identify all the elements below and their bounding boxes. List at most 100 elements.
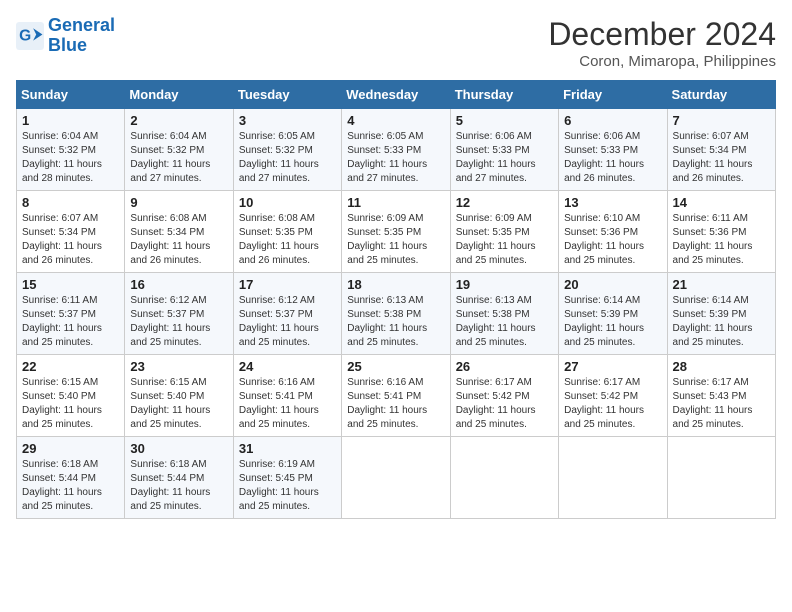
day-header-thursday: Thursday — [450, 81, 558, 109]
calendar-cell: 17 Sunrise: 6:12 AMSunset: 5:37 PMDayligh… — [233, 273, 341, 355]
day-number: 2 — [130, 113, 227, 128]
day-number: 21 — [673, 277, 770, 292]
day-detail: Sunrise: 6:11 AMSunset: 5:36 PMDaylight:… — [673, 212, 770, 268]
day-number: 24 — [239, 359, 336, 374]
day-number: 15 — [22, 277, 119, 292]
day-detail: Sunrise: 6:06 AMSunset: 5:33 PMDaylight:… — [456, 130, 553, 186]
day-header-saturday: Saturday — [667, 81, 775, 109]
calendar-cell: 4 Sunrise: 6:05 AMSunset: 5:33 PMDaylight… — [342, 109, 450, 191]
day-detail: Sunrise: 6:13 AMSunset: 5:38 PMDaylight:… — [347, 294, 444, 350]
day-detail: Sunrise: 6:14 AMSunset: 5:39 PMDaylight:… — [673, 294, 770, 350]
day-detail: Sunrise: 6:05 AMSunset: 5:33 PMDaylight:… — [347, 130, 444, 186]
calendar-cell: 2 Sunrise: 6:04 AMSunset: 5:32 PMDaylight… — [125, 109, 233, 191]
calendar-cell: 27Sunrise: 6:17 AMSunset: 5:42 PMDayligh… — [559, 355, 667, 437]
calendar-cell: 12 Sunrise: 6:09 AMSunset: 5:35 PMDayligh… — [450, 191, 558, 273]
calendar-cell — [450, 437, 558, 519]
day-detail: Sunrise: 6:18 AMSunset: 5:44 PMDaylight:… — [22, 458, 119, 514]
day-number: 28 — [673, 359, 770, 374]
calendar-cell: 13 Sunrise: 6:10 AMSunset: 5:36 PMDayligh… — [559, 191, 667, 273]
calendar-cell: 28 Sunrise: 6:17 AMSunset: 5:43 PMDayligh… — [667, 355, 775, 437]
calendar-cell: 5Sunrise: 6:06 AMSunset: 5:33 PMDaylight… — [450, 109, 558, 191]
day-number: 10 — [239, 195, 336, 210]
calendar-cell: 21 Sunrise: 6:14 AMSunset: 5:39 PMDayligh… — [667, 273, 775, 355]
week-row-1: 1Sunrise: 6:04 AMSunset: 5:32 PMDaylight… — [17, 109, 776, 191]
day-number: 6 — [564, 113, 661, 128]
day-detail: Sunrise: 6:17 AMSunset: 5:43 PMDaylight:… — [673, 376, 770, 432]
calendar-cell: 26 Sunrise: 6:17 AMSunset: 5:42 PMDayligh… — [450, 355, 558, 437]
day-number: 26 — [456, 359, 553, 374]
day-detail: Sunrise: 6:12 AMSunset: 5:37 PMDaylight:… — [130, 294, 227, 350]
day-number: 25 — [347, 359, 444, 374]
logo-icon: G — [16, 22, 44, 50]
header: G General Blue December 2024 Coron, Mima… — [16, 16, 776, 70]
day-detail: Sunrise: 6:06 AMSunset: 5:33 PMDaylight:… — [564, 130, 661, 186]
day-number: 9 — [130, 195, 227, 210]
day-detail: Sunrise: 6:18 AMSunset: 5:44 PMDaylight:… — [130, 458, 227, 514]
calendar-cell — [667, 437, 775, 519]
day-detail: Sunrise: 6:04 AMSunset: 5:32 PMDaylight:… — [22, 130, 119, 186]
day-number: 3 — [239, 113, 336, 128]
calendar-cell: 1Sunrise: 6:04 AMSunset: 5:32 PMDaylight… — [17, 109, 125, 191]
subtitle: Coron, Mimaropa, Philippines — [548, 53, 776, 70]
day-header-friday: Friday — [559, 81, 667, 109]
day-number: 11 — [347, 195, 444, 210]
day-detail: Sunrise: 6:15 AMSunset: 5:40 PMDaylight:… — [22, 376, 119, 432]
day-detail: Sunrise: 6:10 AMSunset: 5:36 PMDaylight:… — [564, 212, 661, 268]
day-number: 12 — [456, 195, 553, 210]
calendar-cell: 22 Sunrise: 6:15 AMSunset: 5:40 PMDayligh… — [17, 355, 125, 437]
day-detail: Sunrise: 6:04 AMSunset: 5:32 PMDaylight:… — [130, 130, 227, 186]
day-number: 29 — [22, 441, 119, 456]
calendar-cell: 18 Sunrise: 6:13 AMSunset: 5:38 PMDayligh… — [342, 273, 450, 355]
main-title: December 2024 — [548, 16, 776, 53]
day-detail: Sunrise: 6:05 AMSunset: 5:32 PMDaylight:… — [239, 130, 336, 186]
day-number: 22 — [22, 359, 119, 374]
day-number: 13 — [564, 195, 661, 210]
calendar-cell: 11 Sunrise: 6:09 AMSunset: 5:35 PMDayligh… — [342, 191, 450, 273]
logo: G General Blue — [16, 16, 115, 56]
day-header-sunday: Sunday — [17, 81, 125, 109]
calendar-cell: 15Sunrise: 6:11 AMSunset: 5:37 PMDayligh… — [17, 273, 125, 355]
calendar-cell: 24 Sunrise: 6:16 AMSunset: 5:41 PMDayligh… — [233, 355, 341, 437]
day-number: 16 — [130, 277, 227, 292]
day-detail: Sunrise: 6:16 AMSunset: 5:41 PMDaylight:… — [347, 376, 444, 432]
day-header-monday: Monday — [125, 81, 233, 109]
day-number: 23 — [130, 359, 227, 374]
calendar-cell: 19Sunrise: 6:13 AMSunset: 5:38 PMDayligh… — [450, 273, 558, 355]
calendar-cell: 7 Sunrise: 6:07 AMSunset: 5:34 PMDaylight… — [667, 109, 775, 191]
calendar-cell: 14 Sunrise: 6:11 AMSunset: 5:36 PMDayligh… — [667, 191, 775, 273]
title-area: December 2024 Coron, Mimaropa, Philippin… — [548, 16, 776, 70]
calendar-cell: 6 Sunrise: 6:06 AMSunset: 5:33 PMDaylight… — [559, 109, 667, 191]
logo-text: General Blue — [48, 16, 115, 56]
day-detail: Sunrise: 6:19 AMSunset: 5:45 PMDaylight:… — [239, 458, 336, 514]
day-detail: Sunrise: 6:17 AMSunset: 5:42 PMDaylight:… — [564, 376, 661, 432]
calendar-cell: 30 Sunrise: 6:18 AMSunset: 5:44 PMDayligh… — [125, 437, 233, 519]
day-number: 30 — [130, 441, 227, 456]
day-number: 4 — [347, 113, 444, 128]
day-number: 20 — [564, 277, 661, 292]
day-detail: Sunrise: 6:16 AMSunset: 5:41 PMDaylight:… — [239, 376, 336, 432]
calendar-cell — [559, 437, 667, 519]
calendar-cell: 3 Sunrise: 6:05 AMSunset: 5:32 PMDaylight… — [233, 109, 341, 191]
calendar-table: SundayMondayTuesdayWednesdayThursdayFrid… — [16, 80, 776, 519]
day-detail: Sunrise: 6:12 AMSunset: 5:37 PMDaylight:… — [239, 294, 336, 350]
day-number: 18 — [347, 277, 444, 292]
day-detail: Sunrise: 6:07 AMSunset: 5:34 PMDaylight:… — [22, 212, 119, 268]
day-number: 17 — [239, 277, 336, 292]
calendar-cell: 10Sunrise: 6:08 AMSunset: 5:35 PMDayligh… — [233, 191, 341, 273]
svg-text:G: G — [19, 27, 31, 44]
calendar-cell: 20Sunrise: 6:14 AMSunset: 5:39 PMDayligh… — [559, 273, 667, 355]
day-number: 8 — [22, 195, 119, 210]
day-detail: Sunrise: 6:13 AMSunset: 5:38 PMDaylight:… — [456, 294, 553, 350]
day-detail: Sunrise: 6:15 AMSunset: 5:40 PMDaylight:… — [130, 376, 227, 432]
logo-line2: Blue — [48, 36, 115, 56]
day-detail: Sunrise: 6:09 AMSunset: 5:35 PMDaylight:… — [347, 212, 444, 268]
calendar-cell: 25 Sunrise: 6:16 AMSunset: 5:41 PMDayligh… — [342, 355, 450, 437]
day-detail: Sunrise: 6:07 AMSunset: 5:34 PMDaylight:… — [673, 130, 770, 186]
calendar-cell: 31Sunrise: 6:19 AMSunset: 5:45 PMDayligh… — [233, 437, 341, 519]
day-detail: Sunrise: 6:17 AMSunset: 5:42 PMDaylight:… — [456, 376, 553, 432]
week-row-5: 29 Sunrise: 6:18 AMSunset: 5:44 PMDayligh… — [17, 437, 776, 519]
day-number: 14 — [673, 195, 770, 210]
day-number: 7 — [673, 113, 770, 128]
week-row-4: 22 Sunrise: 6:15 AMSunset: 5:40 PMDayligh… — [17, 355, 776, 437]
day-detail: Sunrise: 6:09 AMSunset: 5:35 PMDaylight:… — [456, 212, 553, 268]
